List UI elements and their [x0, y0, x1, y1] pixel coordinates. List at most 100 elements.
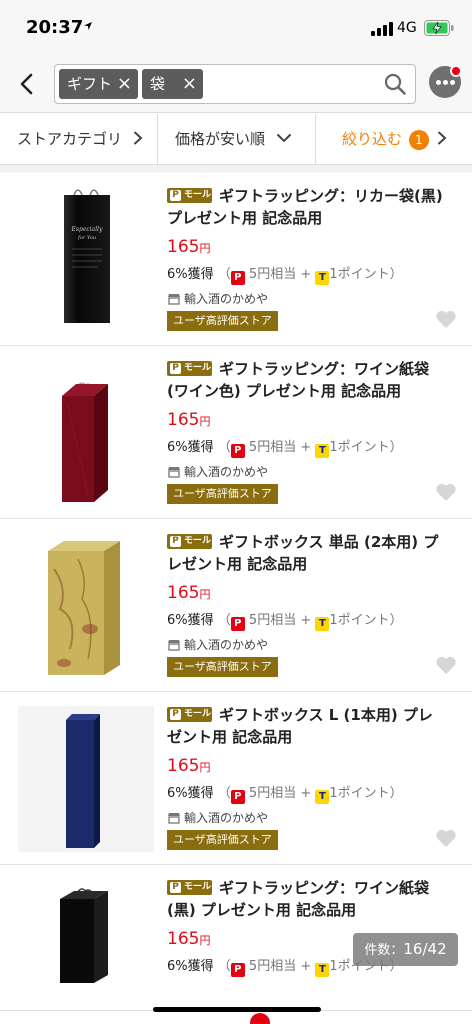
store-row[interactable]: 輸入酒のかめや: [167, 463, 268, 480]
refine-label: 絞り込む: [342, 130, 403, 148]
search-input[interactable]: ギフト × 袋 ×: [54, 64, 416, 104]
paypay-points: 5円相当 +: [248, 440, 312, 455]
store-icon: [168, 294, 180, 305]
product-card[interactable]: ギフトボックス 単品 (2本用) プレゼント用 記念品用 P モール 165円 6…: [0, 519, 472, 692]
paypay-points: 5円相当 +: [248, 267, 312, 282]
tpoint-icon: T: [315, 617, 330, 631]
battery-charging-icon: [424, 20, 454, 36]
store-row[interactable]: 輸入酒のかめや: [167, 290, 268, 307]
search-icon[interactable]: [383, 72, 407, 96]
price-unit: 円: [199, 588, 211, 601]
tpoint-icon: T: [315, 271, 330, 285]
price-unit: 円: [199, 415, 211, 428]
paypay-mall-badge: P モール: [167, 188, 212, 203]
divider-strip: [0, 165, 472, 173]
product-image[interactable]: [18, 356, 154, 506]
result-count-value: 16/42: [403, 940, 447, 958]
points-row: 6%獲得 （P 5円相当 + T 1ポイント）: [167, 267, 403, 285]
high-rated-store-badge: ユーザ高評価ストア: [167, 311, 278, 331]
product-price: 165円: [167, 410, 210, 430]
product-card[interactable]: ギフトボックス L (1本用) プレゼント用 記念品用 P モール 165円 6%…: [0, 692, 472, 865]
points-rate: 6%獲得: [167, 267, 214, 282]
store-row[interactable]: 輸入酒のかめや: [167, 636, 268, 653]
notification-dot: [450, 65, 462, 77]
bottom-nav: [0, 1010, 472, 1024]
sort-label: 価格が安い順: [175, 130, 266, 148]
product-image[interactable]: Especially for You: [18, 183, 154, 333]
product-image[interactable]: [18, 702, 154, 852]
tpoint-icon: T: [315, 963, 330, 977]
product-card[interactable]: Especially for You ギフトラッピング：リカー袋(黒) プレゼン…: [0, 173, 472, 346]
price-value: 165: [167, 237, 200, 257]
store-name: 輸入酒のかめや: [184, 292, 269, 306]
status-time: 20:37: [26, 17, 84, 38]
heart-icon[interactable]: [435, 655, 457, 675]
store-name: 輸入酒のかめや: [184, 638, 269, 652]
product-image[interactable]: [18, 875, 154, 1024]
store-category-filter[interactable]: ストアカテゴリ: [17, 114, 144, 164]
heart-icon[interactable]: [435, 482, 457, 502]
store-row[interactable]: 輸入酒のかめや: [167, 809, 268, 826]
points-row: 6%獲得 （P 5円相当 + T 1ポイント）: [167, 613, 403, 631]
store-category-label: ストアカテゴリ: [17, 130, 123, 148]
paypay-points: 5円相当 +: [248, 613, 312, 628]
filter-divider: [157, 114, 158, 164]
home-indicator: [153, 1007, 321, 1012]
high-rated-store-badge: ユーザ高評価ストア: [167, 657, 278, 677]
mall-badge-label: モール: [184, 536, 212, 546]
tpoint-points: 1ポイント: [329, 613, 390, 628]
search-chip[interactable]: ギフト ×: [59, 69, 138, 99]
high-rated-store-badge: ユーザ高評価ストア: [167, 830, 278, 850]
points-rate: 6%獲得: [167, 440, 214, 455]
paypay-icon: P: [230, 963, 245, 977]
price-unit: 円: [199, 934, 211, 947]
price-unit: 円: [199, 761, 211, 774]
points-rate: 6%獲得: [167, 959, 214, 974]
search-chip[interactable]: 袋 ×: [142, 69, 203, 99]
paypay-mall-badge: P モール: [167, 707, 212, 722]
back-chevron-icon[interactable]: [14, 70, 40, 98]
chip-remove-icon[interactable]: ×: [117, 69, 132, 99]
store-icon: [168, 467, 180, 478]
chevron-right-icon: [133, 131, 143, 145]
store-icon: [168, 813, 180, 824]
heart-icon[interactable]: [435, 828, 457, 848]
paypay-icon: P: [230, 790, 245, 804]
paypay-icon: P: [230, 617, 245, 631]
tpoint-points: 1ポイント: [329, 440, 390, 455]
filter-divider: [315, 114, 316, 164]
refine-filter-button[interactable]: 絞り込む 1: [342, 114, 447, 164]
points-row: 6%獲得 （P 5円相当 + T 1ポイント）: [167, 786, 403, 804]
signal-icon: [371, 22, 393, 36]
result-count-indicator: 件数：16/42: [353, 933, 458, 966]
search-chip-label: 袋: [150, 75, 166, 93]
result-count-label: 件数：: [364, 943, 404, 958]
mall-badge-label: モール: [184, 190, 212, 200]
product-price: 165円: [167, 237, 210, 257]
points-rate: 6%獲得: [167, 613, 214, 628]
mall-badge-label: モール: [184, 882, 212, 892]
search-header: ギフト × 袋 ×: [0, 58, 472, 113]
high-rated-store-badge: ユーザ高評価ストア: [167, 484, 278, 504]
tpoint-points: 1ポイント: [329, 786, 390, 801]
product-price: 165円: [167, 583, 210, 603]
points-rate: 6%獲得: [167, 786, 214, 801]
filter-bar: ストアカテゴリ 価格が安い順 絞り込む 1: [0, 114, 472, 165]
chevron-down-icon: [276, 134, 291, 143]
store-icon: [168, 640, 180, 651]
sort-dropdown[interactable]: 価格が安い順: [175, 114, 292, 164]
heart-icon[interactable]: [435, 309, 457, 329]
paypay-mall-badge: P モール: [167, 361, 212, 376]
chip-remove-icon[interactable]: ×: [182, 69, 197, 99]
paypay-points: 5円相当 +: [248, 959, 312, 974]
refine-count-badge: 1: [408, 129, 429, 150]
network-label: 4G: [397, 20, 417, 36]
product-card[interactable]: ギフトラッピング：ワイン紙袋(ワイン色) プレゼント用 記念品用 P モール 16…: [0, 346, 472, 519]
price-value: 165: [167, 929, 200, 949]
mall-badge-label: モール: [184, 709, 212, 719]
paypay-points: 5円相当 +: [248, 786, 312, 801]
product-image[interactable]: [18, 529, 154, 679]
status-bar: 20:37 4G: [0, 0, 472, 58]
paypay-icon: P: [230, 271, 245, 285]
bottom-nav-badge: [250, 1013, 270, 1024]
